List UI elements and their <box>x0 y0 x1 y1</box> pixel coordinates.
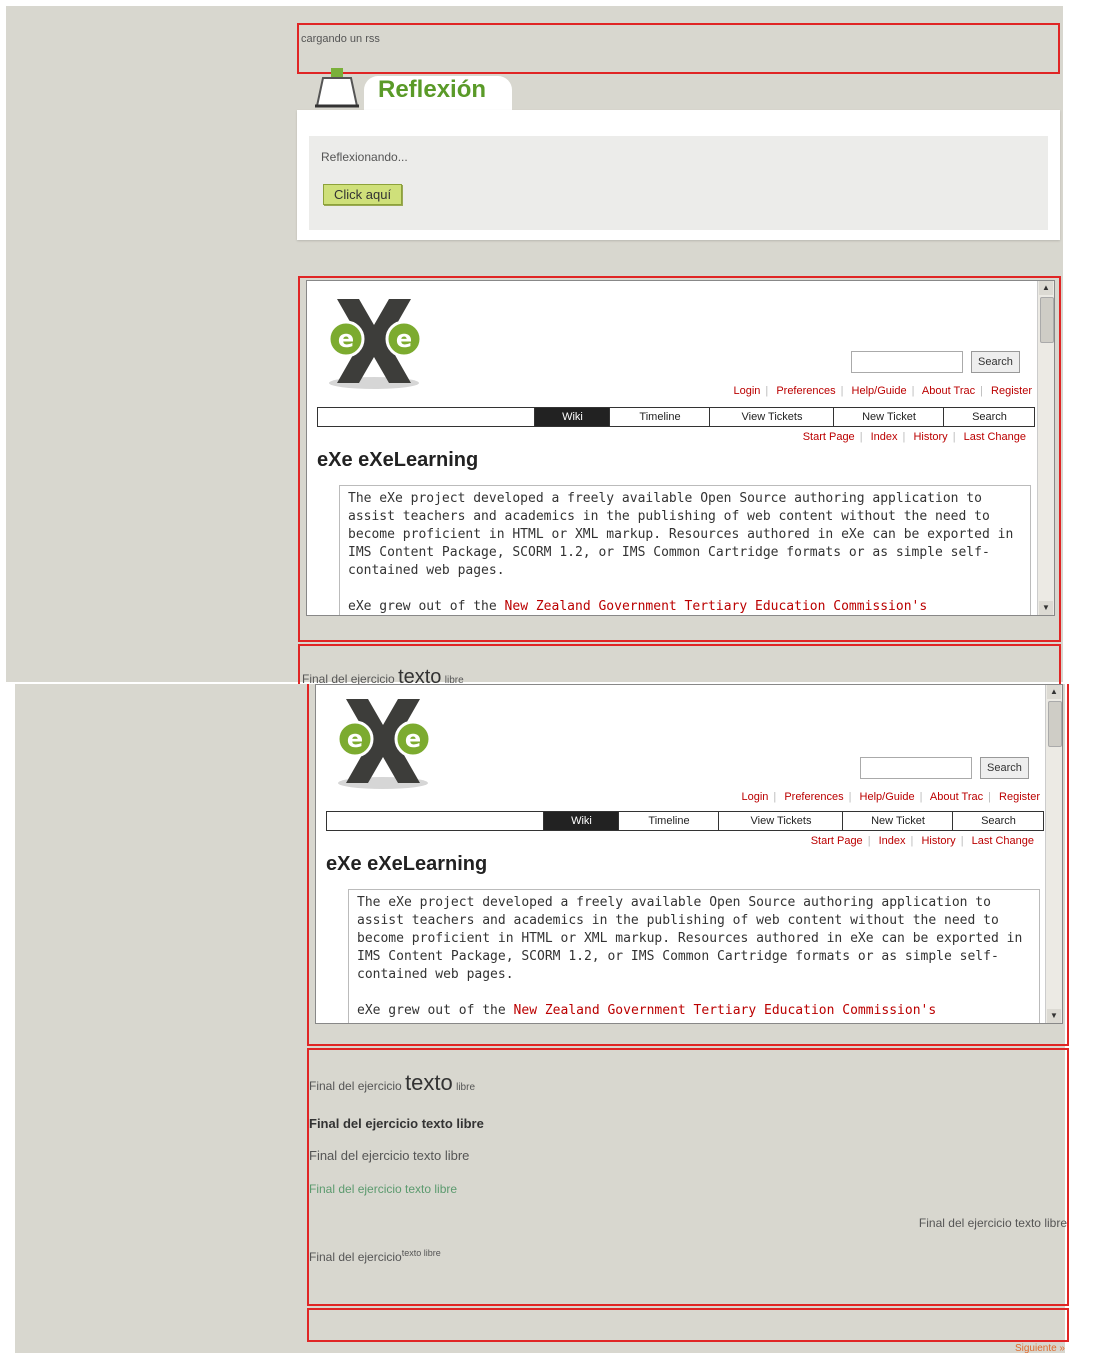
reflexion-icon <box>311 66 361 111</box>
scroll-down-icon[interactable]: ▼ <box>1039 601 1053 615</box>
nav-tab-search[interactable]: Search <box>952 812 1044 830</box>
trac-page-title: eXe eXeLearning <box>326 853 488 875</box>
freetext-line-2: Final del ejercicio texto libre <box>309 1116 484 1131</box>
ctxtnav-start-page[interactable]: Start Page <box>811 835 863 847</box>
metanav-help[interactable]: Help/Guide <box>852 385 907 397</box>
trac-iframe-top[interactable]: e e Search Login | Preferences | Help/Guid… <box>306 280 1055 616</box>
nav-tab-wiki[interactable]: Wiki <box>543 812 619 830</box>
trac-search-button[interactable]: Search <box>980 757 1029 779</box>
ctxtnav-last-change[interactable]: Last Change <box>972 835 1034 847</box>
rss-block: cargando un rss <box>297 23 1060 74</box>
nz-tec-link[interactable]: New Zealand Government Tertiary Educatio… <box>514 1003 937 1018</box>
exe-logo: e e <box>328 691 438 791</box>
ctxtnav-history[interactable]: History <box>921 835 955 847</box>
nav-tab-timeline[interactable]: Timeline <box>609 408 710 426</box>
next-link[interactable]: Siguiente » <box>1015 1343 1065 1354</box>
trac-search-button[interactable]: Search <box>971 351 1020 373</box>
nav-tab-new-ticket[interactable]: New Ticket <box>833 408 944 426</box>
nav-tab-timeline[interactable]: Timeline <box>618 812 719 830</box>
trac-content: The eXe project developed a freely avail… <box>339 485 1031 615</box>
scroll-up-icon[interactable]: ▲ <box>1047 685 1061 699</box>
nav-tab-wiki[interactable]: Wiki <box>534 408 610 426</box>
reflexion-panel: Reflexionando... Click aquí <box>297 110 1060 240</box>
metanav-about[interactable]: About Trac <box>930 791 983 803</box>
metanav-login[interactable]: Login <box>733 385 760 397</box>
svg-text:e: e <box>396 325 412 353</box>
nav-tab-search[interactable]: Search <box>943 408 1035 426</box>
iframe-scrollbar[interactable]: ▲ ▼ <box>1037 281 1054 615</box>
exe-logo: e e <box>319 291 429 391</box>
ctxtnav-start-page[interactable]: Start Page <box>803 431 855 443</box>
click-here-button[interactable]: Click aquí <box>323 184 403 205</box>
scroll-thumb[interactable] <box>1048 701 1062 747</box>
freetext-line-6: Final del ejerciciotexto libre <box>309 1248 441 1264</box>
metanav-help[interactable]: Help/Guide <box>860 791 915 803</box>
scroll-down-icon[interactable]: ▼ <box>1047 1009 1061 1023</box>
reflexion-body-text: Reflexionando... <box>321 150 408 164</box>
iframe-block-bottom: e e Search Login | Preferences | Help/Guid… <box>307 684 1069 1046</box>
trac-metanav: Login | Preferences | Help/Guide | About Tr… <box>741 791 1040 803</box>
metanav-login[interactable]: Login <box>741 791 768 803</box>
top-screenshot: cargando un rss Reflexión Reflexionando.… <box>6 6 1063 688</box>
nz-tec-link[interactable]: New Zealand Government Tertiary Educatio… <box>505 599 928 614</box>
freetext-line-5: Final del ejercicio texto libre <box>918 1216 1067 1230</box>
trac-mainnav: Wiki Timeline View Tickets New Ticket Se… <box>326 811 1044 831</box>
content-paragraph-1: The eXe project developed a freely avail… <box>348 491 1014 578</box>
ctxtnav-index[interactable]: Index <box>871 431 898 443</box>
svg-text:e: e <box>347 725 363 753</box>
metanav-about[interactable]: About Trac <box>922 385 975 397</box>
freetext-line-4: Final del ejercicio texto libre <box>309 1182 458 1196</box>
metanav-preferences[interactable]: Preferences <box>776 385 835 397</box>
metanav-preferences[interactable]: Preferences <box>784 791 843 803</box>
metanav-register[interactable]: Register <box>999 791 1040 803</box>
content-paragraph-1: The eXe project developed a freely avail… <box>357 895 1023 982</box>
trac-search-input[interactable] <box>860 757 972 779</box>
scroll-up-icon[interactable]: ▲ <box>1039 281 1053 295</box>
reflexion-inner: Reflexionando... Click aquí <box>309 136 1048 230</box>
reflexion-title: Reflexión <box>378 76 487 103</box>
svg-text:e: e <box>405 725 421 753</box>
freetext-line-1: Final del ejercicio texto libre <box>309 1070 476 1095</box>
trac-page-title: eXe eXeLearning <box>317 449 479 471</box>
trac-iframe-bottom[interactable]: e e Search Login | Preferences | Help/Guid… <box>315 684 1063 1024</box>
scroll-thumb[interactable] <box>1040 297 1054 343</box>
empty-block <box>307 1308 1069 1342</box>
freetext-block-top: Final del ejercicio texto libre <box>298 644 1061 688</box>
nav-tab-view-tickets[interactable]: View Tickets <box>718 812 843 830</box>
rss-loading-text: cargando un rss <box>301 33 380 45</box>
nav-tab-new-ticket[interactable]: New Ticket <box>842 812 953 830</box>
freetext-block: Final del ejercicio texto libre Final de… <box>307 1048 1069 1306</box>
iframe-block-top: e e Search Login | Preferences | Help/Guid… <box>298 276 1061 642</box>
content-paragraph-2: eXe grew out of the New Zealand Governme… <box>348 599 928 614</box>
trac-content: The eXe project developed a freely avail… <box>348 889 1040 1023</box>
ctxtnav-index[interactable]: Index <box>879 835 906 847</box>
trac-ctxtnav: Start Page | Index | History | Last Change <box>810 835 1034 847</box>
bottom-screenshot: e e Search Login | Preferences | Help/Guid… <box>15 684 1069 1354</box>
trac-metanav: Login | Preferences | Help/Guide | About Tr… <box>733 385 1032 397</box>
metanav-register[interactable]: Register <box>991 385 1032 397</box>
nav-tab-view-tickets[interactable]: View Tickets <box>709 408 834 426</box>
ctxtnav-last-change[interactable]: Last Change <box>964 431 1026 443</box>
iframe-scrollbar[interactable]: ▲ ▼ <box>1045 685 1062 1023</box>
ctxtnav-history[interactable]: History <box>913 431 947 443</box>
trac-search-input[interactable] <box>851 351 963 373</box>
content-paragraph-2: eXe grew out of the New Zealand Governme… <box>357 1003 937 1018</box>
svg-text:e: e <box>338 325 354 353</box>
freetext-line-3: Final del ejercicio texto libre <box>309 1148 470 1163</box>
trac-ctxtnav: Start Page | Index | History | Last Change <box>802 431 1026 443</box>
trac-mainnav: Wiki Timeline View Tickets New Ticket Se… <box>317 407 1035 427</box>
